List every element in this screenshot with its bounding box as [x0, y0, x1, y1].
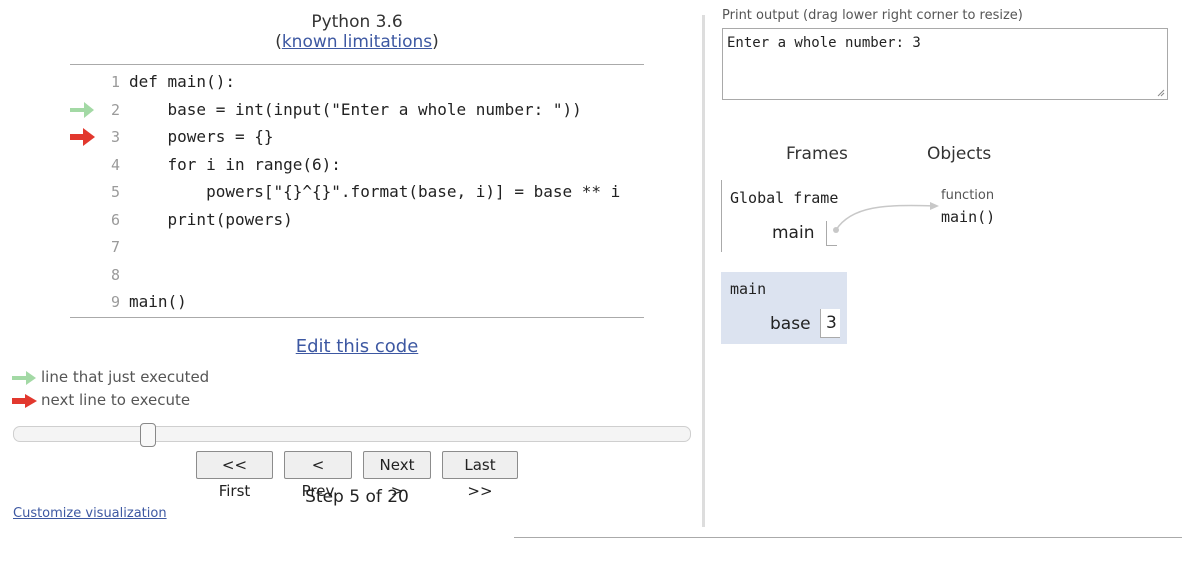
main-frame-title: main	[730, 280, 767, 298]
code-line: 5 powers["{}^{}".format(base, i)] = base…	[70, 179, 644, 206]
print-output-text: Enter a whole number: 3	[727, 35, 921, 51]
code-line: 3 powers = {}	[70, 124, 644, 151]
print-output-label: Print output (drag lower right corner to…	[722, 8, 1023, 23]
step-slider-track[interactable]	[13, 426, 691, 442]
pane-separator	[702, 15, 705, 527]
pointer-arrowhead-icon	[930, 202, 939, 210]
line-text: main()	[129, 292, 187, 311]
just-executed-arrow-icon	[12, 371, 36, 385]
pointer-arrow	[833, 202, 939, 233]
line-text: base = int(input("Enter a whole number: …	[129, 100, 582, 119]
line-number: 3	[110, 128, 120, 146]
line-number: 8	[110, 266, 120, 284]
pointer-line	[835, 204, 935, 231]
code-line: 9 main()	[70, 289, 644, 316]
legend-just-executed-label: line that just executed	[41, 368, 210, 386]
code-top-divider	[70, 64, 644, 65]
language-label: Python 3.6	[311, 12, 403, 32]
function-type-label: function	[941, 188, 995, 203]
next-button[interactable]: Next >	[363, 451, 431, 500]
line-text: print(powers)	[129, 210, 293, 229]
main-frame: main base 3	[721, 272, 847, 344]
code-line: 6 print(powers)	[70, 207, 644, 234]
code-line: 1 def main():	[70, 69, 644, 96]
global-var-name: main	[772, 223, 815, 243]
edit-code-link[interactable]: Edit this code	[296, 336, 419, 357]
step-counter: Step 5 of 20	[305, 487, 409, 507]
function-name: main()	[941, 208, 996, 226]
code-line: 7	[70, 234, 644, 261]
limitations-open-paren: (	[275, 32, 282, 52]
limitations-line: (known limitations)	[0, 32, 714, 52]
code-line: 2 base = int(input("Enter a whole number…	[70, 97, 644, 124]
next-line-arrow-icon	[12, 394, 37, 408]
line-number: 2	[110, 101, 120, 119]
limitations-close-paren: )	[432, 32, 439, 52]
edit-code-container: Edit this code	[0, 336, 714, 357]
main-var-name: base	[770, 314, 811, 334]
line-number: 5	[110, 183, 120, 201]
frames-header: Frames	[786, 144, 848, 164]
step-slider-handle[interactable]	[140, 423, 156, 447]
code-line: 4 for i in range(6):	[70, 152, 644, 179]
prev-button[interactable]: < Prev	[284, 451, 352, 500]
line-text: for i in range(6):	[129, 155, 341, 174]
legend-next-line-label: next line to execute	[41, 391, 191, 409]
line-number: 1	[110, 73, 120, 91]
main-var-value: 3	[820, 309, 840, 338]
customize-container: Customize visualization	[13, 506, 167, 521]
bottom-divider	[514, 537, 1182, 538]
code-bottom-divider	[70, 317, 644, 318]
line-text: powers = {}	[129, 127, 274, 146]
objects-header: Objects	[927, 144, 992, 164]
print-output-box[interactable]: Enter a whole number: 3	[722, 28, 1168, 100]
first-button[interactable]: << First	[196, 451, 273, 500]
line-number: 7	[110, 238, 120, 256]
known-limitations-link[interactable]: known limitations	[282, 32, 432, 52]
just-executed-arrow-icon	[70, 102, 94, 118]
resize-grip-icon[interactable]	[1157, 89, 1165, 97]
last-button[interactable]: Last >>	[442, 451, 518, 500]
line-text: def main():	[129, 72, 235, 91]
line-number: 4	[110, 156, 120, 174]
line-number: 9	[110, 293, 120, 311]
line-text: powers["{}^{}".format(base, i)] = base *…	[129, 182, 621, 201]
customize-visualization-link[interactable]: Customize visualization	[13, 506, 167, 521]
global-frame-title: Global frame	[730, 189, 839, 207]
next-line-arrow-icon	[70, 128, 95, 146]
code-line: 8	[70, 262, 644, 289]
line-number: 6	[110, 211, 120, 229]
